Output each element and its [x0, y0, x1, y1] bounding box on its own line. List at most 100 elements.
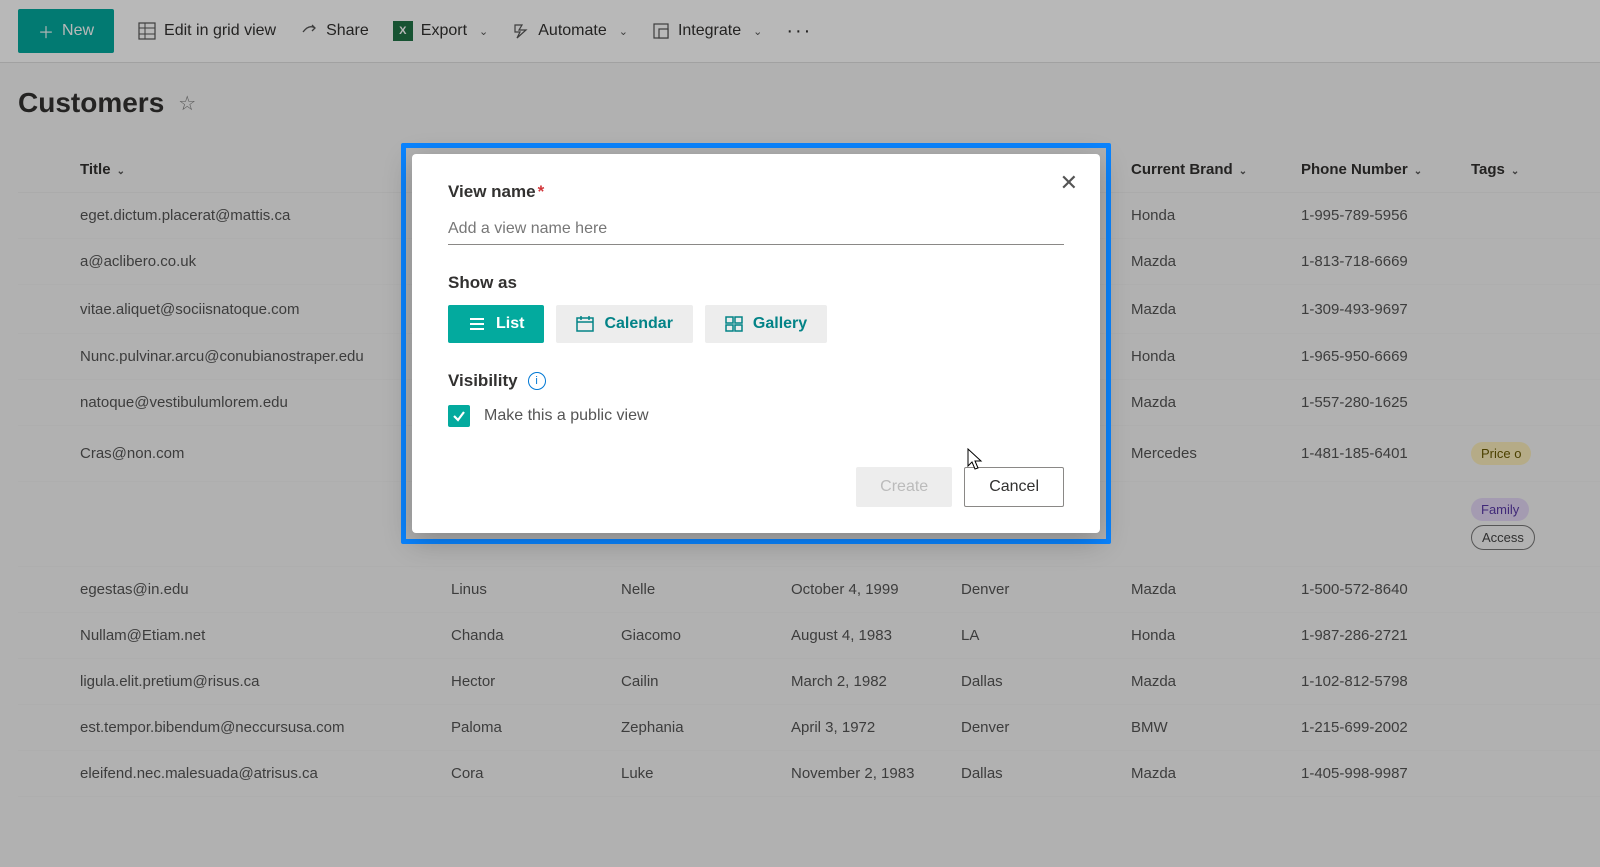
integrate-button[interactable]: Integrate ⌄ [652, 22, 762, 40]
cell-title: Cras@non.com [70, 426, 405, 482]
cell-tags [1461, 613, 1600, 659]
cell-tags [1461, 751, 1600, 797]
export-label: Export [421, 22, 467, 40]
plus-icon: ＋ [38, 19, 54, 43]
cell-phone: 1-987-286-2721 [1291, 613, 1461, 659]
export-button[interactable]: X Export ⌄ [393, 21, 488, 41]
share-icon [300, 22, 318, 40]
show-as-gallery[interactable]: Gallery [705, 305, 827, 343]
chevron-down-icon: ⌄ [479, 25, 488, 38]
cell-title [70, 482, 405, 567]
show-as-list[interactable]: List [448, 305, 544, 343]
calendar-label: Calendar [604, 315, 672, 333]
cell-tags: Price o [1461, 426, 1600, 482]
cell-tags [1461, 285, 1600, 334]
cell-tags: FamilyAccess [1461, 482, 1600, 567]
cell-tags [1461, 380, 1600, 426]
col-tags[interactable]: Tags⌄ [1461, 147, 1600, 193]
automate-icon [512, 22, 530, 40]
cell-value: Denver [951, 567, 1121, 613]
page-title: Customers [18, 87, 164, 119]
cell-value: November 2, 1983 [781, 751, 951, 797]
cell-tags [1461, 705, 1600, 751]
cell-tags [1461, 567, 1600, 613]
chevron-down-icon: ⌄ [1414, 166, 1422, 177]
cell-phone: 1-405-998-9987 [1291, 751, 1461, 797]
cell-title: eleifend.nec.malesuada@atrisus.ca [70, 751, 405, 797]
more-actions-button[interactable]: ··· [786, 20, 812, 43]
chevron-down-icon: ⌄ [1511, 166, 1519, 177]
cell-title: egestas@in.edu [70, 567, 405, 613]
table-row[interactable]: ligula.elit.pretium@risus.caHectorCailin… [18, 659, 1600, 705]
share-button[interactable]: Share [300, 22, 369, 40]
cell-brand: Honda [1121, 613, 1291, 659]
cancel-button[interactable]: Cancel [964, 467, 1064, 507]
col-phone[interactable]: Phone Number⌄ [1291, 147, 1461, 193]
cell-value: Cora [441, 751, 611, 797]
cell-title: est.tempor.bibendum@neccursusa.com [70, 705, 405, 751]
list-label: List [496, 315, 524, 333]
table-row[interactable]: Nullam@Etiam.netChandaGiacomoAugust 4, 1… [18, 613, 1600, 659]
automate-button[interactable]: Automate ⌄ [512, 22, 628, 40]
cell-brand [1121, 482, 1291, 567]
cell-brand: Mazda [1121, 659, 1291, 705]
view-name-input[interactable] [448, 214, 1064, 245]
cell-phone: 1-215-699-2002 [1291, 705, 1461, 751]
cell-phone: 1-995-789-5956 [1291, 193, 1461, 239]
public-view-checkbox[interactable] [448, 405, 470, 427]
table-row[interactable]: egestas@in.eduLinusNelleOctober 4, 1999D… [18, 567, 1600, 613]
tag-pill: Access [1471, 525, 1535, 550]
cell-value: Linus [441, 567, 611, 613]
close-button[interactable]: ✕ [1060, 170, 1078, 196]
table-row[interactable]: est.tempor.bibendum@neccursusa.comPaloma… [18, 705, 1600, 751]
excel-icon: X [393, 21, 413, 41]
table-row[interactable]: eleifend.nec.malesuada@atrisus.ca CoraLuk… [18, 751, 1600, 797]
cell-title: eget.dictum.placerat@mattis.ca [70, 193, 405, 239]
cell-brand: BMW [1121, 705, 1291, 751]
chevron-down-icon: ⌄ [753, 25, 762, 38]
chevron-down-icon: ⌄ [619, 25, 628, 38]
cell-phone: 1-557-280-1625 [1291, 380, 1461, 426]
cell-tags [1461, 334, 1600, 380]
new-label: New [62, 22, 94, 40]
cell-phone: 1-965-950-6669 [1291, 334, 1461, 380]
cell-value: Chanda [441, 613, 611, 659]
show-as-calendar[interactable]: Calendar [556, 305, 692, 343]
cell-brand: Honda [1121, 193, 1291, 239]
cell-phone [1291, 482, 1461, 567]
col-brand[interactable]: Current Brand⌄ [1121, 147, 1291, 193]
cell-brand: Mazda [1121, 285, 1291, 334]
cell-brand: Mazda [1121, 567, 1291, 613]
cell-value: October 4, 1999 [781, 567, 951, 613]
cell-value: Dallas [951, 751, 1121, 797]
tag-pill: Price o [1471, 442, 1531, 465]
cell-value: Denver [951, 705, 1121, 751]
chevron-down-icon: ⌄ [1239, 166, 1247, 177]
new-button[interactable]: ＋ New [18, 9, 114, 53]
cell-value: April 3, 1972 [781, 705, 951, 751]
info-icon[interactable]: i [528, 372, 546, 390]
edit-grid-button[interactable]: Edit in grid view [138, 22, 276, 40]
edit-grid-label: Edit in grid view [164, 22, 276, 40]
cell-brand: Mercedes [1121, 426, 1291, 482]
public-view-label: Make this a public view [484, 407, 649, 425]
cell-tags [1461, 193, 1600, 239]
col-title[interactable]: Title⌄ [70, 147, 405, 193]
cell-phone: 1-481-185-6401 [1291, 426, 1461, 482]
cell-value: Luke [611, 751, 781, 797]
favorite-star-icon[interactable]: ☆ [178, 91, 196, 116]
cell-value: Cailin [611, 659, 781, 705]
list-icon [468, 316, 486, 332]
cell-brand: Honda [1121, 334, 1291, 380]
cell-title: Nunc.pulvinar.arcu@conubianostraper.edu [70, 334, 405, 380]
cell-tags [1461, 659, 1600, 705]
cell-brand: Mazda [1121, 751, 1291, 797]
cell-value: August 4, 1983 [781, 613, 951, 659]
close-icon: ✕ [1060, 170, 1078, 195]
gallery-label: Gallery [753, 315, 807, 333]
cell-phone: 1-309-493-9697 [1291, 285, 1461, 334]
gallery-icon [725, 316, 743, 332]
automate-label: Automate [538, 22, 606, 40]
grid-icon [138, 22, 156, 40]
create-button[interactable]: Create [856, 467, 952, 507]
